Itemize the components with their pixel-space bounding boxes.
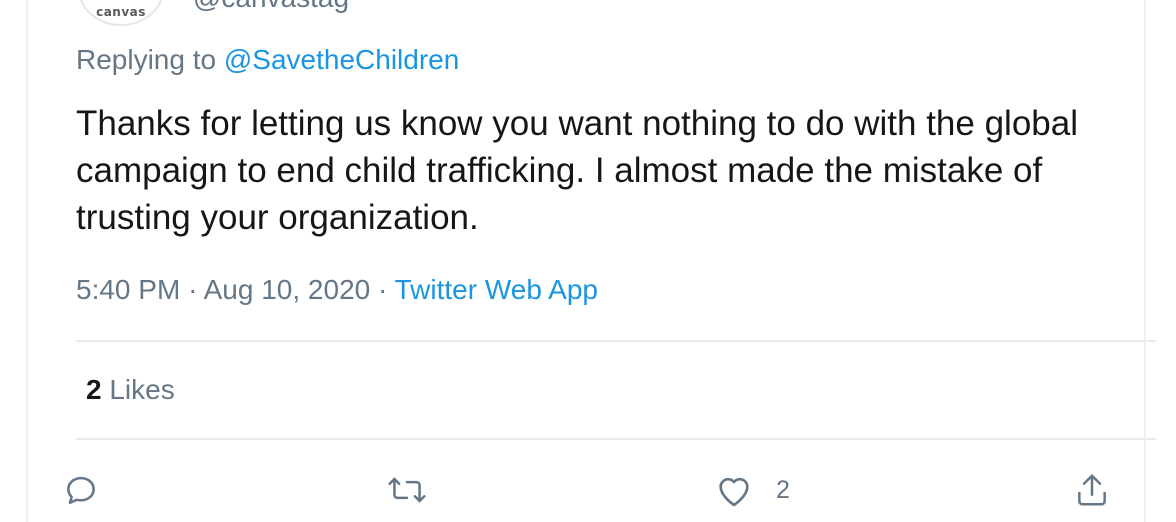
meta-separator: · [188,274,198,305]
replying-to: Replying to @SavetheChildren [76,44,459,76]
meta-separator: · [378,274,388,305]
heart-icon [714,471,754,509]
retweet-icon [385,471,429,509]
tweet-date[interactable]: Aug 10, 2020 [204,274,371,305]
like-button[interactable]: 2 [714,470,790,510]
reply-mention-link[interactable]: @SavetheChildren [224,44,459,75]
author-handle[interactable]: @canvastag [193,0,349,12]
reply-button[interactable] [62,470,100,510]
tweet-card: canvas @canvastag Replying to @SavetheCh… [26,0,1156,522]
likes-label: Likes [109,374,175,405]
tweet-time[interactable]: 5:40 PM [76,274,180,305]
share-icon [1073,471,1111,509]
share-button[interactable] [1073,470,1111,510]
tweet-meta: 5:40 PM · Aug 10, 2020 · Twitter Web App [76,274,598,306]
retweet-button[interactable] [385,470,429,510]
reply-icon [62,471,100,509]
tweet-page: canvas @canvastag Replying to @SavetheCh… [0,0,1176,522]
likes-stat[interactable]: 2 Likes [86,374,175,406]
likes-count: 2 [86,374,102,405]
avatar[interactable]: canvas [78,0,164,26]
divider [76,340,1156,342]
tweet-text: Thanks for letting us know you want noth… [76,104,1078,237]
avatar-text: canvas [96,5,146,19]
replying-prefix: Replying to [76,44,217,75]
divider [76,438,1156,440]
like-count: 2 [776,475,790,504]
tweet-source-link[interactable]: Twitter Web App [395,274,598,305]
